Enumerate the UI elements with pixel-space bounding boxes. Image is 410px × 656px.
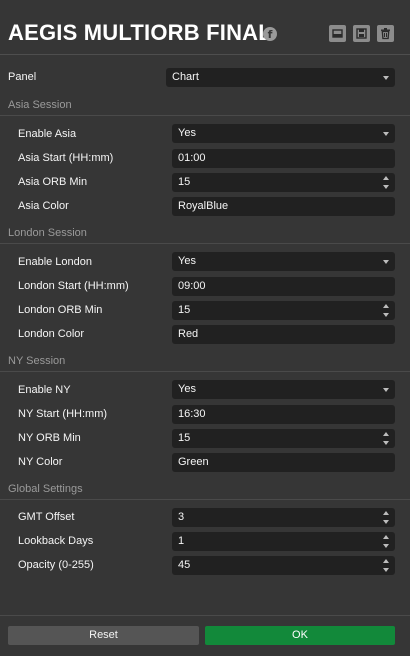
london-orb-value: 15 [178,304,191,316]
chevron-down-icon [383,132,389,136]
ok-button[interactable]: OK [205,626,395,645]
dialog-title: AEGIS MULTIORB FINAL [8,20,272,45]
spinner-icon[interactable] [383,176,390,189]
ny-start-value: 16:30 [178,408,206,420]
spinner-icon[interactable] [383,559,390,572]
save-icon[interactable] [353,25,370,42]
minimize-icon[interactable] [329,25,346,42]
asia-color-input[interactable]: RoyalBlue [172,197,395,216]
ny-start-input[interactable]: 16:30 [172,405,395,424]
london-orb-label: London ORB Min [18,304,103,316]
ny-color-label: NY Color [18,456,63,468]
london-color-input[interactable]: Red [172,325,395,344]
ny-orb-stepper[interactable]: 15 [172,429,395,448]
ny-color-value: Green [178,456,209,468]
gmt-offset-stepper[interactable]: 3 [172,508,395,527]
spinner-icon[interactable] [383,535,390,548]
asia-orb-value: 15 [178,176,191,188]
enable-ny-select[interactable]: Yes [172,380,395,399]
london-color-value: Red [178,328,199,340]
london-orb-stepper[interactable]: 15 [172,301,395,320]
panel-label: Panel [8,71,37,83]
london-start-value: 09:00 [178,280,206,292]
spinner-icon[interactable] [383,304,390,317]
opacity-value: 45 [178,559,191,571]
enable-london-label: Enable London [18,256,93,268]
panel-select-value: Chart [172,71,199,83]
asia-orb-stepper[interactable]: 15 [172,173,395,192]
asia-color-value: RoyalBlue [178,200,229,212]
enable-asia-label: Enable Asia [18,128,77,140]
section-divider [0,115,410,116]
chevron-down-icon [383,388,389,392]
london-start-label: London Start (HH:mm) [18,280,129,292]
enable-ny-value: Yes [178,383,196,395]
london-color-label: London Color [18,328,85,340]
asia-start-label: Asia Start (HH:mm) [18,152,114,164]
section-divider [0,371,410,372]
section-title-global: Global Settings [8,483,83,495]
asia-start-value: 01:00 [178,152,206,164]
gmt-offset-label: GMT Offset [18,511,75,523]
header-divider [0,54,410,55]
lookback-days-value: 1 [178,535,185,547]
enable-asia-value: Yes [178,127,196,139]
enable-london-value: Yes [178,255,196,267]
section-title-asia: Asia Session [8,99,72,111]
facebook-icon[interactable]: f [263,27,277,41]
trash-icon[interactable] [377,25,394,42]
ny-orb-value: 15 [178,432,191,444]
chevron-down-icon [383,76,389,80]
section-divider [0,243,410,244]
chevron-down-icon [383,260,389,264]
enable-london-select[interactable]: Yes [172,252,395,271]
opacity-label: Opacity (0-255) [18,559,94,571]
section-title-ny: NY Session [8,355,66,367]
enable-asia-select[interactable]: Yes [172,124,395,143]
enable-ny-label: Enable NY [18,384,71,396]
london-start-input[interactable]: 09:00 [172,277,395,296]
dialog-header: AEGIS MULTIORB FINAL f [0,0,410,55]
section-title-london: London Session [8,227,87,239]
section-divider [0,499,410,500]
lookback-days-stepper[interactable]: 1 [172,532,395,551]
opacity-stepper[interactable]: 45 [172,556,395,575]
asia-orb-label: Asia ORB Min [18,176,88,188]
footer-divider [0,615,410,616]
spinner-icon[interactable] [383,511,390,524]
asia-color-label: Asia Color [18,200,69,212]
asia-start-input[interactable]: 01:00 [172,149,395,168]
ny-color-input[interactable]: Green [172,453,395,472]
ny-orb-label: NY ORB Min [18,432,81,444]
spinner-icon[interactable] [383,432,390,445]
panel-select[interactable]: Chart [166,68,395,87]
lookback-days-label: Lookback Days [18,535,94,547]
reset-button[interactable]: Reset [8,626,199,645]
ny-start-label: NY Start (HH:mm) [18,408,108,420]
gmt-offset-value: 3 [178,511,185,523]
